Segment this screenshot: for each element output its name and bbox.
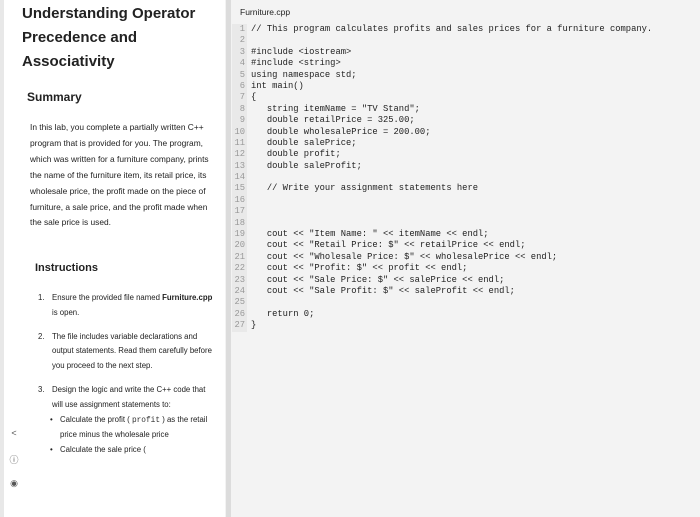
line-number: 17 bbox=[232, 206, 247, 218]
summary-heading: Summary bbox=[27, 90, 82, 104]
code-line[interactable]: 23 cout << "Sale Price: $" << salePrice … bbox=[232, 274, 700, 286]
instructions-heading: Instructions bbox=[35, 262, 98, 274]
code-line[interactable]: 18 bbox=[232, 217, 700, 230]
line-number: 18 bbox=[232, 217, 247, 230]
code-text[interactable]: using namespace std; bbox=[251, 70, 357, 80]
code-text[interactable]: #include <iostream> bbox=[251, 47, 351, 57]
line-number: 14 bbox=[232, 172, 247, 184]
code-line[interactable]: 16 bbox=[232, 194, 700, 207]
lesson-title: Understanding Operator Precedence and As… bbox=[22, 5, 196, 70]
code-text[interactable]: return 0; bbox=[251, 309, 315, 319]
code-text[interactable]: double profit; bbox=[251, 149, 341, 159]
settings-icon[interactable]: ◉ bbox=[6, 478, 22, 503]
code-text[interactable]: double salePrice; bbox=[251, 138, 357, 148]
side-toolbar: < ⓘ ◉ bbox=[6, 428, 22, 503]
line-number: 4 bbox=[232, 58, 247, 70]
code-line[interactable]: 20 cout << "Retail Price: $" << retailPr… bbox=[232, 240, 700, 252]
code-line[interactable]: 21 cout << "Wholesale Price: $" << whole… bbox=[232, 251, 700, 264]
code-text[interactable]: cout << "Sale Profit: $" << saleProfit <… bbox=[251, 286, 515, 296]
code-text[interactable]: double retailPrice = 325.00; bbox=[251, 115, 415, 125]
code-line[interactable]: 22 cout << "Profit: $" << profit << endl… bbox=[232, 263, 700, 275]
line-number: 7 bbox=[232, 92, 247, 104]
line-number: 15 bbox=[232, 183, 247, 195]
line-number: 22 bbox=[232, 263, 247, 275]
editor-tab[interactable]: Furniture.cpp bbox=[240, 7, 290, 17]
code-line[interactable]: 2 bbox=[232, 35, 700, 47]
code-text[interactable]: cout << "Retail Price: $" << retailPrice… bbox=[251, 240, 526, 250]
code-text[interactable]: string itemName = "TV Stand"; bbox=[251, 104, 420, 114]
code-line[interactable]: 14 bbox=[232, 172, 700, 184]
code-line[interactable]: 4 #include <string> bbox=[232, 58, 700, 70]
line-number: 24 bbox=[232, 285, 247, 298]
code-line[interactable]: 27} bbox=[232, 320, 700, 332]
code-line[interactable]: 13 double saleProfit; bbox=[232, 160, 700, 173]
line-number: 1 bbox=[232, 24, 247, 36]
instruction-step: 2. The file includes variable declaratio… bbox=[38, 331, 212, 371]
instruction-step: 1. Ensure the provided file named Furnit… bbox=[38, 293, 213, 317]
code-text[interactable]: // This program calculates profits and s… bbox=[251, 24, 652, 34]
code-text[interactable]: { bbox=[251, 92, 256, 102]
summary-text: In this lab, you complete a partially wr… bbox=[30, 122, 209, 228]
code-line[interactable]: 26 return 0; bbox=[232, 308, 700, 321]
line-number: 25 bbox=[232, 297, 247, 309]
code-line[interactable]: 11 double salePrice; bbox=[232, 137, 700, 150]
collapse-icon[interactable]: < bbox=[6, 428, 22, 453]
code-editor[interactable]: Furniture.cpp 1 // This program calculate… bbox=[232, 0, 700, 517]
substep: Calculate the sale price ( bbox=[50, 443, 218, 458]
code-line[interactable]: 8 string itemName = "TV Stand"; bbox=[232, 103, 700, 116]
line-number: 19 bbox=[232, 229, 247, 241]
line-number: 3 bbox=[232, 46, 247, 59]
line-number: 27 bbox=[232, 320, 247, 332]
substep: Calculate the profit ( profit ) as the r… bbox=[50, 413, 218, 444]
line-number: 9 bbox=[232, 115, 247, 127]
line-number: 23 bbox=[232, 274, 247, 286]
line-number: 6 bbox=[232, 80, 247, 93]
line-number: 13 bbox=[232, 160, 247, 173]
code-line[interactable]: 5 using namespace std; bbox=[232, 69, 700, 81]
instruction-step: 3. Design the logic and write the C++ co… bbox=[38, 383, 218, 458]
code-text[interactable]: double saleProfit; bbox=[251, 161, 362, 171]
line-number: 2 bbox=[232, 35, 247, 47]
line-number: 8 bbox=[232, 103, 247, 116]
code-line[interactable]: 17 bbox=[232, 206, 700, 218]
code-line[interactable]: 3 #include <iostream> bbox=[232, 46, 700, 59]
code-line[interactable]: 19 cout << "Item Name: " << itemName << … bbox=[232, 229, 700, 241]
line-number: 20 bbox=[232, 240, 247, 252]
code-line[interactable]: 24 cout << "Sale Profit: $" << saleProfi… bbox=[232, 285, 700, 298]
instructions-panel: Understanding Operator Precedence and As… bbox=[0, 0, 225, 517]
code-line[interactable]: 9 double retailPrice = 325.00; bbox=[232, 115, 700, 127]
instruction-steps: 1. Ensure the provided file named Furnit… bbox=[38, 291, 218, 467]
code-text[interactable]: cout << "Sale Price: $" << salePrice << … bbox=[251, 275, 505, 285]
line-number: 12 bbox=[232, 149, 247, 161]
code-line[interactable]: 12 double profit; bbox=[232, 149, 700, 161]
line-number: 21 bbox=[232, 251, 247, 264]
line-number: 10 bbox=[232, 126, 247, 138]
line-number: 26 bbox=[232, 308, 247, 321]
code-line[interactable]: 15 // Write your assignment statements h… bbox=[232, 183, 700, 195]
panel-edge bbox=[0, 0, 4, 517]
code-text[interactable]: } bbox=[251, 320, 256, 330]
code-line[interactable]: 25 bbox=[232, 297, 700, 309]
line-number: 11 bbox=[232, 137, 247, 150]
code-line[interactable]: 10 double wholesalePrice = 200.00; bbox=[232, 126, 700, 138]
code-text[interactable]: #include <string> bbox=[251, 58, 341, 68]
substeps: Calculate the profit ( profit ) as the r… bbox=[50, 413, 218, 458]
panel-scrollbar[interactable] bbox=[226, 0, 231, 517]
code-text[interactable]: cout << "Item Name: " << itemName << end… bbox=[251, 229, 489, 239]
code-line[interactable]: 6 int main() bbox=[232, 80, 700, 93]
line-number: 5 bbox=[232, 69, 247, 81]
code-text[interactable]: // Write your assignment statements here bbox=[251, 183, 478, 193]
code-line[interactable]: 7{ bbox=[232, 92, 700, 104]
code-text[interactable]: double wholesalePrice = 200.00; bbox=[251, 127, 431, 137]
code-area[interactable]: 1 // This program calculates profits and … bbox=[232, 24, 700, 332]
code-line[interactable]: 1 // This program calculates profits and … bbox=[232, 24, 700, 36]
code-text[interactable]: int main() bbox=[251, 81, 304, 91]
line-number: 16 bbox=[232, 194, 247, 207]
code-text[interactable]: cout << "Wholesale Price: $" << wholesal… bbox=[251, 252, 557, 262]
code-text[interactable]: cout << "Profit: $" << profit << endl; bbox=[251, 263, 468, 273]
info-icon[interactable]: ⓘ bbox=[6, 453, 22, 478]
